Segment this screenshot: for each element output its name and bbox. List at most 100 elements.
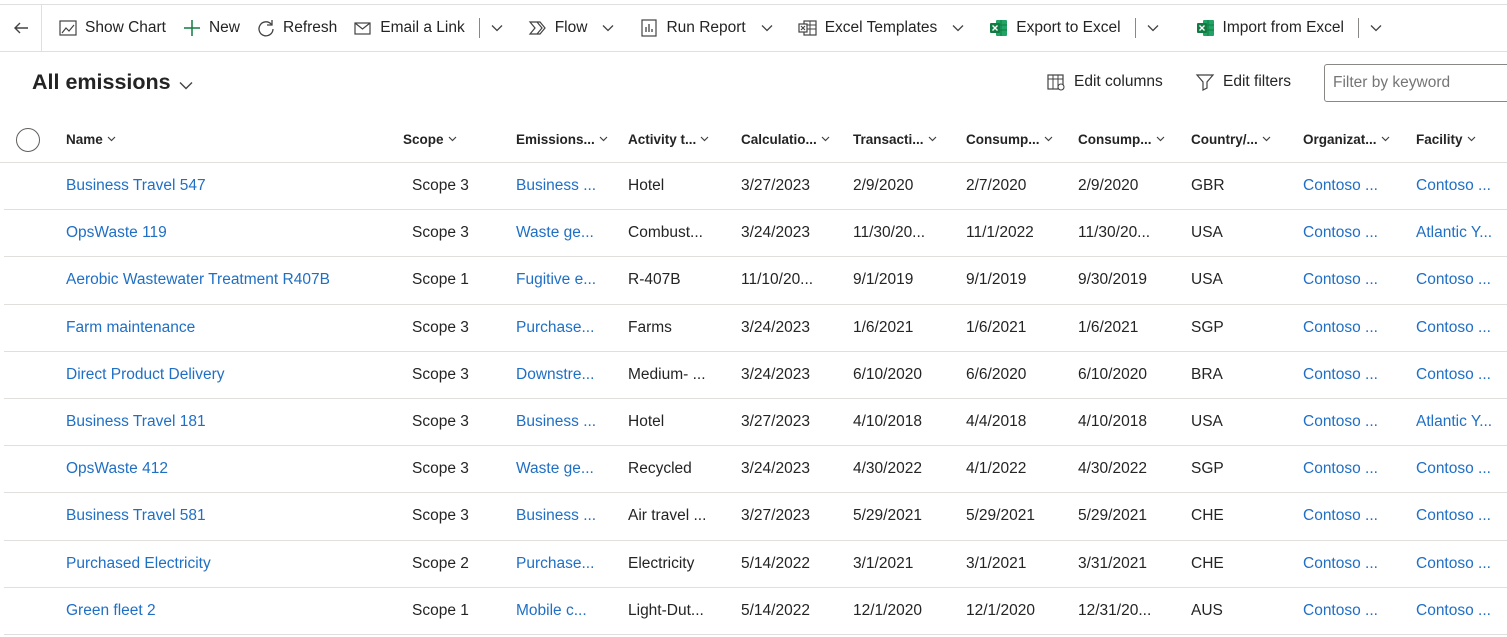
cell-name[interactable]: Business Travel 547 xyxy=(66,163,396,209)
run-report-button[interactable]: Run Report xyxy=(631,5,753,51)
cell-facility[interactable]: Atlantic Y... xyxy=(1416,399,1507,445)
cell-facility[interactable]: Atlantic Y... xyxy=(1416,210,1507,256)
cell-name[interactable]: Direct Product Delivery xyxy=(66,352,396,398)
cell-name[interactable]: Business Travel 581 xyxy=(66,493,396,539)
new-button[interactable]: New xyxy=(174,5,248,51)
cell-emissions-source[interactable]: Purchase... xyxy=(516,305,621,351)
table-row[interactable]: Business Travel 581 Scope 3 Business ... Ai… xyxy=(4,493,1507,541)
cell-organization[interactable]: Contoso ... xyxy=(1303,257,1408,303)
column-header-calculation-date[interactable]: Calculatio... xyxy=(741,116,830,162)
cell-organization[interactable]: Contoso ... xyxy=(1303,493,1408,539)
cell-name[interactable]: Green fleet 2 xyxy=(66,588,396,634)
cell-name[interactable]: Farm maintenance xyxy=(66,305,396,351)
column-header-consumption-start[interactable]: Consump... xyxy=(966,116,1053,162)
import-excel-chevron[interactable] xyxy=(1363,5,1389,51)
column-header-organization[interactable]: Organizat... xyxy=(1303,116,1390,162)
refresh-button[interactable]: Refresh xyxy=(248,5,345,51)
column-header-label: Emissions... xyxy=(516,131,595,147)
column-header-label: Facility xyxy=(1416,131,1463,147)
table-row[interactable]: Farm maintenance Scope 3 Purchase... Farms 3… xyxy=(4,305,1507,352)
column-header-label: Activity t... xyxy=(628,131,697,147)
table-row[interactable]: OpsWaste 119 Scope 3 Waste ge... Combust...… xyxy=(4,210,1507,258)
cell-emissions-source[interactable]: Mobile c... xyxy=(516,588,621,634)
cell-emissions-source[interactable]: Business ... xyxy=(516,493,621,539)
table-row[interactable]: Business Travel 181 Scope 3 Business ... Ho… xyxy=(4,399,1507,447)
cell-organization[interactable]: Contoso ... xyxy=(1303,163,1408,209)
excel-templates-chevron[interactable] xyxy=(945,5,971,51)
column-header-activity-type[interactable]: Activity t... xyxy=(628,116,709,162)
excel-templates-button[interactable]: Excel Templates xyxy=(790,5,946,51)
table-row[interactable]: Business Travel 547 Scope 3 Business ... Ho… xyxy=(4,163,1507,211)
cell-name[interactable]: Aerobic Wastewater Treatment R407B xyxy=(66,257,396,303)
cell-consumption-start: 6/6/2020 xyxy=(966,365,1027,383)
table-row[interactable]: Direct Product Delivery Scope 3 Downstre..… xyxy=(4,352,1507,399)
cell-emissions-source[interactable]: Fugitive e... xyxy=(516,257,621,303)
cell-consumption-end: 3/31/2021 xyxy=(1078,554,1147,572)
cell-transaction-date: 1/6/2021 xyxy=(853,318,914,336)
edit-filters-button[interactable]: Edit filters xyxy=(1195,72,1291,92)
cell-emissions-source[interactable]: Waste ge... xyxy=(516,210,621,256)
column-header-scope[interactable]: Scope xyxy=(403,116,457,162)
column-header-country[interactable]: Country/... xyxy=(1191,116,1271,162)
cell-facility[interactable]: Contoso ... xyxy=(1416,541,1507,587)
flow-chevron[interactable] xyxy=(595,5,621,51)
cell-organization[interactable]: Contoso ... xyxy=(1303,305,1408,351)
flow-button[interactable]: Flow xyxy=(520,5,596,51)
column-header-emissions-source[interactable]: Emissions... xyxy=(516,116,608,162)
cell-country: SGP xyxy=(1191,318,1224,336)
chevron-down-icon xyxy=(821,136,830,142)
email-link-button[interactable]: Email a Link xyxy=(345,5,472,51)
cell-facility[interactable]: Contoso ... xyxy=(1416,588,1507,634)
cell-facility[interactable]: Contoso ... xyxy=(1416,305,1507,351)
column-header-transaction-date[interactable]: Transacti... xyxy=(853,116,937,162)
cell-organization[interactable]: Contoso ... xyxy=(1303,446,1408,492)
refresh-label: Refresh xyxy=(283,19,338,36)
cell-name[interactable]: OpsWaste 119 xyxy=(66,210,396,256)
cell-facility[interactable]: Contoso ... xyxy=(1416,493,1507,539)
cell-organization[interactable]: Contoso ... xyxy=(1303,541,1408,587)
table-row[interactable]: OpsWaste 412 Scope 3 Waste ge... Recycled 3/… xyxy=(4,446,1507,494)
cell-emissions-source[interactable]: Business ... xyxy=(516,163,621,209)
run-report-chevron[interactable] xyxy=(754,5,780,51)
chevron-down-icon xyxy=(448,136,457,142)
cell-facility[interactable]: Contoso ... xyxy=(1416,352,1507,398)
table-row[interactable]: Purchased Electricity Scope 2 Purchase... E… xyxy=(4,541,1507,588)
cell-calculation-date: 3/27/2023 xyxy=(741,507,810,525)
cell-consumption-end: 2/9/2020 xyxy=(1078,177,1139,195)
cell-facility[interactable]: Contoso ... xyxy=(1416,163,1507,209)
cell-emissions-source[interactable]: Business ... xyxy=(516,399,621,445)
show-chart-button[interactable]: Show Chart xyxy=(50,5,174,51)
column-header-facility[interactable]: Facility xyxy=(1416,116,1476,162)
chevron-down-icon xyxy=(1044,136,1053,142)
cell-scope: Scope 3 xyxy=(412,460,469,478)
cell-name[interactable]: Business Travel 181 xyxy=(66,399,396,445)
cell-emissions-source[interactable]: Downstre... xyxy=(516,352,621,398)
cell-name[interactable]: Purchased Electricity xyxy=(66,541,396,587)
more-commands-chevron[interactable] xyxy=(484,5,510,51)
cell-facility[interactable]: Contoso ... xyxy=(1416,257,1507,303)
cell-facility[interactable]: Contoso ... xyxy=(1416,446,1507,492)
cell-emissions-source[interactable]: Waste ge... xyxy=(516,446,621,492)
export-excel-button[interactable]: Export to Excel xyxy=(981,5,1128,51)
back-button[interactable] xyxy=(0,5,42,51)
view-selector[interactable]: All emissions xyxy=(32,68,193,96)
cell-organization[interactable]: Contoso ... xyxy=(1303,210,1408,256)
cell-name[interactable]: OpsWaste 412 xyxy=(66,446,396,492)
cell-activity-type: Combust... xyxy=(628,224,703,242)
column-header-name[interactable]: Name xyxy=(66,116,116,162)
table-row[interactable]: Aerobic Wastewater Treatment R407B Scope … xyxy=(4,257,1507,305)
edit-columns-button[interactable]: Edit columns xyxy=(1046,72,1163,92)
table-row[interactable]: Green fleet 2 Scope 1 Mobile c... Light-Dut… xyxy=(4,588,1507,635)
filter-keyword-input[interactable] xyxy=(1324,64,1507,102)
cell-scope: Scope 3 xyxy=(412,365,469,383)
cell-organization[interactable]: Contoso ... xyxy=(1303,352,1408,398)
select-all-checkbox[interactable] xyxy=(16,128,40,152)
import-excel-button[interactable]: Import from Excel xyxy=(1188,5,1352,51)
cell-organization[interactable]: Contoso ... xyxy=(1303,588,1408,634)
cell-emissions-source[interactable]: Purchase... xyxy=(516,541,621,587)
cell-consumption-end: 1/6/2021 xyxy=(1078,318,1139,336)
export-excel-chevron[interactable] xyxy=(1140,5,1166,51)
export-excel-label: Export to Excel xyxy=(1016,19,1121,36)
cell-organization[interactable]: Contoso ... xyxy=(1303,399,1408,445)
column-header-consumption-end[interactable]: Consump... xyxy=(1078,116,1165,162)
